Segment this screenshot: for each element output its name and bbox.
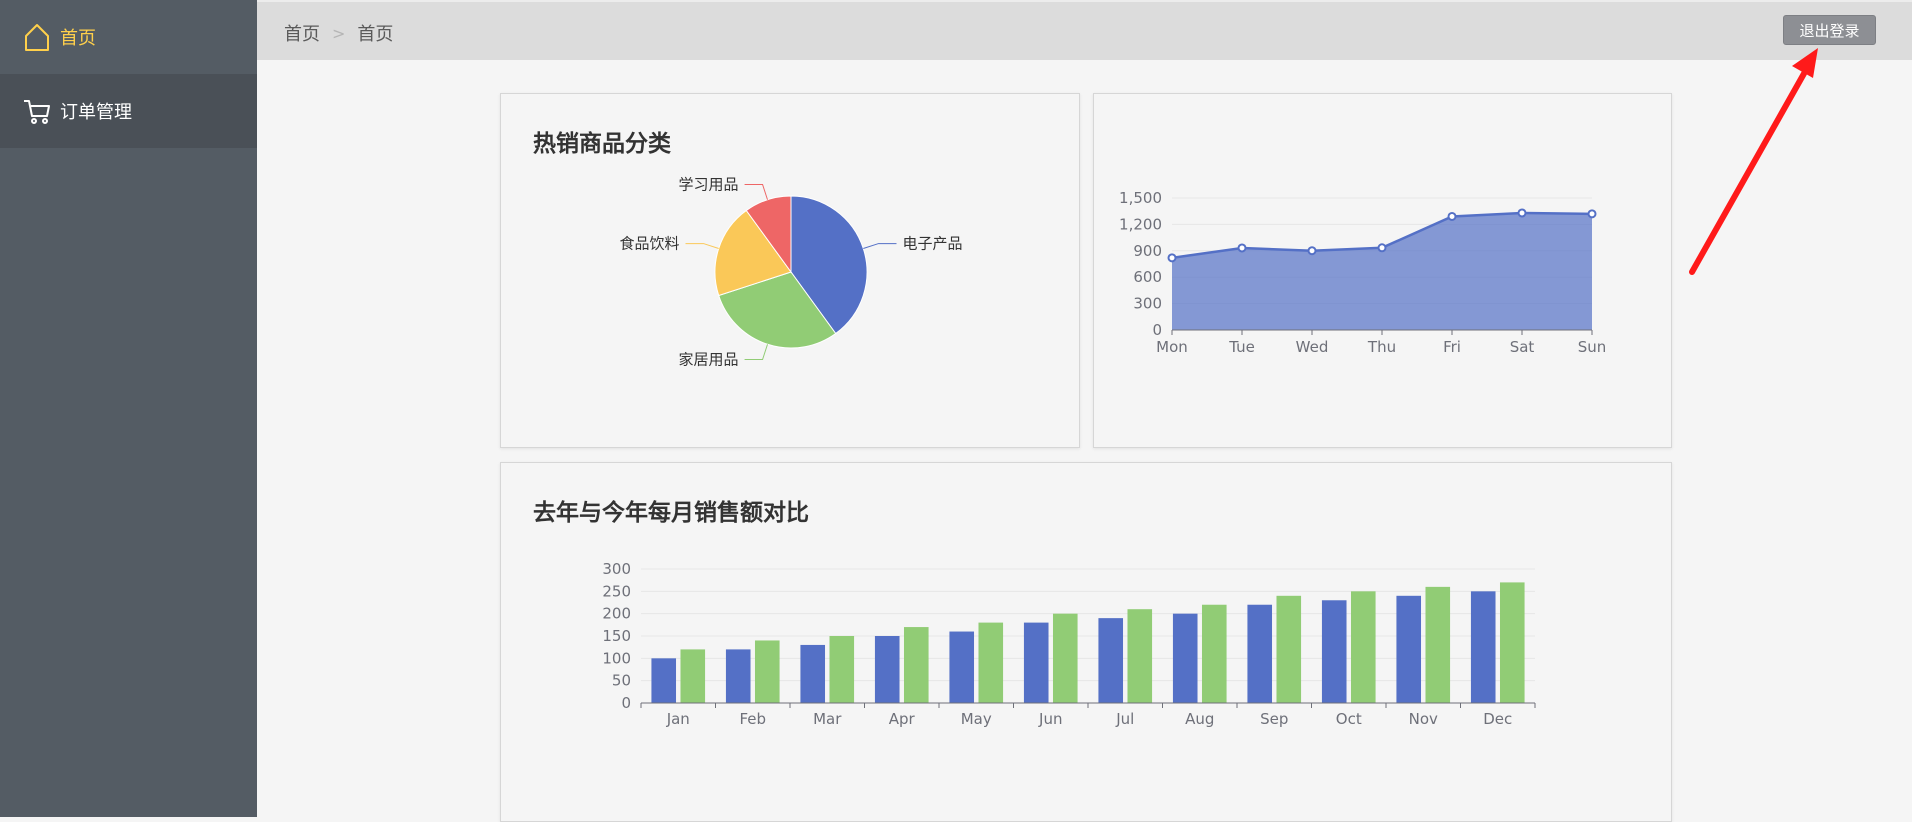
bar: [1201, 604, 1227, 703]
x-tick-label: Feb: [739, 710, 766, 728]
pie-label-line: [863, 243, 897, 249]
bar: [949, 631, 975, 703]
y-tick-label: 250: [602, 582, 631, 600]
bar: [1052, 613, 1078, 703]
bar: [1172, 613, 1198, 703]
home-icon: [25, 24, 49, 51]
y-tick-label: 1,200: [1119, 215, 1162, 233]
data-point: [1517, 208, 1527, 218]
breadcrumb: 首页 > 首页: [284, 20, 393, 46]
y-tick-label: 300: [1133, 295, 1162, 313]
sidebar-item-orders[interactable]: 订单管理: [0, 74, 257, 148]
logout-button[interactable]: 退出登录: [1783, 15, 1876, 45]
pie-label-line: [744, 184, 768, 200]
y-tick-label: 200: [602, 605, 631, 623]
x-tick-label: Jun: [1038, 710, 1062, 728]
x-tick-label: Dec: [1483, 710, 1512, 728]
x-tick-label: Mar: [813, 710, 842, 728]
sidebar-item-label: 订单管理: [60, 102, 132, 123]
bar: [1023, 622, 1049, 703]
bar: [1127, 609, 1153, 703]
data-point: [1307, 246, 1317, 256]
data-point: [1587, 209, 1597, 219]
bar: [725, 649, 751, 703]
y-tick-label: 150: [602, 627, 631, 645]
y-tick-label: 900: [1133, 242, 1162, 260]
x-tick-label: Nov: [1409, 710, 1438, 728]
bar-chart: 0 50 100 150 200 250 300 Jan Feb Mar Apr May Jun Jul A…: [602, 560, 1536, 728]
sidebar-item-home[interactable]: 首页: [0, 0, 257, 74]
x-tick-label: Mon: [1156, 338, 1188, 356]
bar: [1098, 618, 1124, 703]
y-tick-label: 600: [1133, 268, 1162, 286]
bar: [829, 636, 855, 703]
x-tick-label: Sep: [1260, 710, 1288, 728]
x-tick-label: Oct: [1336, 710, 1362, 728]
pie-chart-card: 热销商品分类 电子产品 家居用品 食品饮料 学习用品: [500, 93, 1080, 448]
pie-label: 家居用品: [679, 350, 739, 368]
y-tick-label: 100: [602, 649, 631, 667]
header-bar: 首页 > 首页: [257, 0, 1912, 60]
bar: [1350, 591, 1376, 703]
y-tick-label: 50: [612, 672, 631, 690]
chevron-right-icon: >: [332, 23, 346, 43]
pie-label: 学习用品: [679, 176, 739, 194]
breadcrumb-item: 首页: [357, 24, 394, 45]
x-tick-label: Thu: [1367, 338, 1396, 356]
data-point: [1167, 253, 1177, 263]
x-tick-label: Sat: [1510, 338, 1535, 356]
bar: [903, 627, 929, 703]
bar: [1321, 600, 1347, 703]
bar: [1247, 604, 1273, 703]
x-tick-label: Sun: [1578, 338, 1607, 356]
data-point: [1377, 243, 1387, 253]
bar: [1470, 591, 1496, 703]
bar: [754, 640, 780, 703]
bar: [1499, 582, 1525, 703]
bar: [978, 622, 1004, 703]
pie-label-line: [685, 243, 719, 249]
y-tick-label: 0: [621, 694, 631, 712]
sidebar: 首页 订单管理: [0, 0, 257, 817]
sidebar-item-label: 首页: [60, 28, 96, 49]
x-tick-label: Fri: [1443, 338, 1461, 356]
pie-label: 电子产品: [902, 235, 962, 253]
x-tick-label: Aug: [1185, 710, 1214, 728]
pie-label-line: [744, 344, 768, 360]
data-point: [1237, 243, 1247, 253]
y-tick-label: 300: [602, 560, 631, 578]
bar: [874, 636, 900, 703]
data-point: [1447, 211, 1457, 221]
bar: [651, 658, 677, 703]
pie-label: 食品饮料: [619, 235, 679, 253]
y-tick-label: 1,500: [1119, 189, 1162, 207]
x-tick-label: Jan: [666, 710, 690, 728]
area-fill: [1172, 212, 1592, 330]
bar: [1276, 595, 1302, 703]
area-chart-card: 0 300 600 900 1,200 1,500 Mon Tue Wed Thu Fri Sat Su…: [1093, 93, 1672, 448]
bar: [1425, 586, 1451, 703]
x-tick-label: Wed: [1296, 338, 1329, 356]
x-tick-label: May: [961, 710, 992, 728]
breadcrumb-item[interactable]: 首页: [284, 20, 320, 46]
bar: [1396, 595, 1422, 703]
x-tick-label: Tue: [1228, 338, 1255, 356]
x-tick-label: Jul: [1115, 710, 1134, 728]
bar-chart-card: 去年与今年每月销售额对比 0 50 100 150 200 250 300 Jan Feb Mar…: [500, 462, 1672, 822]
y-tick-label: 0: [1152, 321, 1162, 339]
x-tick-label: Apr: [889, 710, 916, 728]
area-chart: 0 300 600 900 1,200 1,500 Mon Tue Wed Thu Fri Sat Su…: [1119, 189, 1607, 356]
cart-icon: [24, 100, 50, 124]
pie-chart: 电子产品家居用品 食品饮料 学习用品: [619, 176, 962, 369]
bar: [800, 644, 826, 703]
bar: [680, 649, 706, 703]
